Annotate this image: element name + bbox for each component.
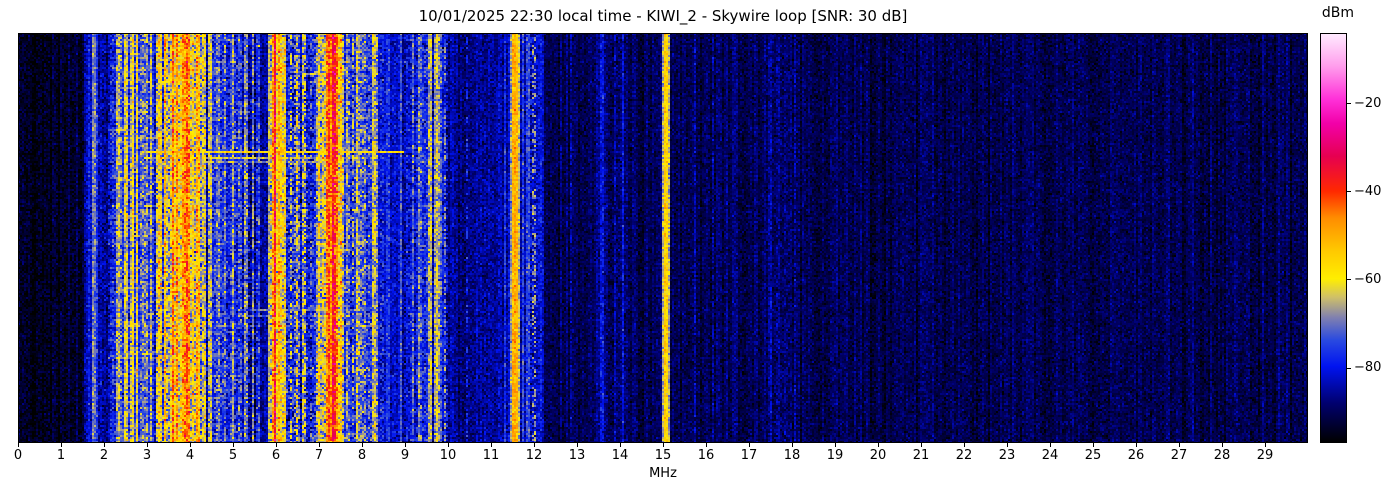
x-tick-mark [1007, 443, 1008, 447]
x-tick-label: 15 [646, 448, 680, 463]
plot-area [18, 33, 1308, 443]
x-tick-label: 13 [560, 448, 594, 463]
x-tick-mark [61, 443, 62, 447]
x-tick-mark [233, 443, 234, 447]
x-tick-label: 6 [259, 448, 293, 463]
x-tick-label: 18 [775, 448, 809, 463]
x-tick-mark [104, 443, 105, 447]
x-tick-label: 24 [1033, 448, 1067, 463]
x-tick-label: 0 [1, 448, 35, 463]
x-tick-label: 29 [1248, 448, 1282, 463]
x-tick-mark [792, 443, 793, 447]
x-tick-label: 4 [173, 448, 207, 463]
x-tick-label: 28 [1205, 448, 1239, 463]
colorbar [1320, 33, 1347, 443]
x-tick-mark [1179, 443, 1180, 447]
x-tick-label: 27 [1162, 448, 1196, 463]
x-tick-mark [534, 443, 535, 447]
x-tick-mark [1265, 443, 1266, 447]
x-tick-label: 8 [345, 448, 379, 463]
colorbar-tick-mark [1347, 103, 1351, 104]
x-tick-mark [620, 443, 621, 447]
x-tick-mark [921, 443, 922, 447]
x-tick-label: 3 [130, 448, 164, 463]
x-tick-mark [964, 443, 965, 447]
x-tick-label: 26 [1119, 448, 1153, 463]
waterfall-canvas [18, 33, 1308, 443]
colorbar-tick-mark [1347, 368, 1351, 369]
spectrogram-figure: 10/01/2025 22:30 local time - KIWI_2 - S… [0, 0, 1400, 500]
x-tick-mark [405, 443, 406, 447]
x-tick-label: 9 [388, 448, 422, 463]
x-tick-label: 16 [689, 448, 723, 463]
x-tick-label: 11 [474, 448, 508, 463]
colorbar-tick-label: −40 [1354, 183, 1394, 201]
x-tick-mark [663, 443, 664, 447]
x-tick-label: 19 [818, 448, 852, 463]
x-tick-label: 12 [517, 448, 551, 463]
x-tick-mark [448, 443, 449, 447]
colorbar-tick-mark [1347, 191, 1351, 192]
colorbar-tick-mark [1347, 279, 1351, 280]
colorbar-tick-label: −80 [1354, 359, 1394, 377]
x-tick-mark [190, 443, 191, 447]
x-tick-mark [706, 443, 707, 447]
x-tick-mark [276, 443, 277, 447]
x-tick-label: 1 [44, 448, 78, 463]
x-tick-mark [1050, 443, 1051, 447]
plot-title: 10/01/2025 22:30 local time - KIWI_2 - S… [18, 7, 1308, 25]
x-tick-mark [749, 443, 750, 447]
colorbar-tick-label: −20 [1354, 95, 1394, 113]
x-tick-label: 7 [302, 448, 336, 463]
x-tick-label: 21 [904, 448, 938, 463]
x-tick-label: 25 [1076, 448, 1110, 463]
x-tick-mark [835, 443, 836, 447]
x-tick-label: 5 [216, 448, 250, 463]
x-tick-label: 20 [861, 448, 895, 463]
x-tick-mark [491, 443, 492, 447]
colorbar-tick-label: −60 [1354, 271, 1394, 289]
x-tick-label: 22 [947, 448, 981, 463]
x-tick-label: 14 [603, 448, 637, 463]
x-tick-mark [147, 443, 148, 447]
x-tick-mark [18, 443, 19, 447]
x-tick-mark [878, 443, 879, 447]
x-axis-label: MHz [18, 466, 1308, 481]
x-tick-mark [319, 443, 320, 447]
x-tick-mark [362, 443, 363, 447]
x-tick-mark [577, 443, 578, 447]
x-tick-label: 23 [990, 448, 1024, 463]
x-tick-label: 10 [431, 448, 465, 463]
x-tick-label: 2 [87, 448, 121, 463]
x-tick-mark [1136, 443, 1137, 447]
x-tick-label: 17 [732, 448, 766, 463]
x-tick-mark [1093, 443, 1094, 447]
colorbar-label: dBm [1316, 5, 1360, 21]
x-tick-mark [1222, 443, 1223, 447]
